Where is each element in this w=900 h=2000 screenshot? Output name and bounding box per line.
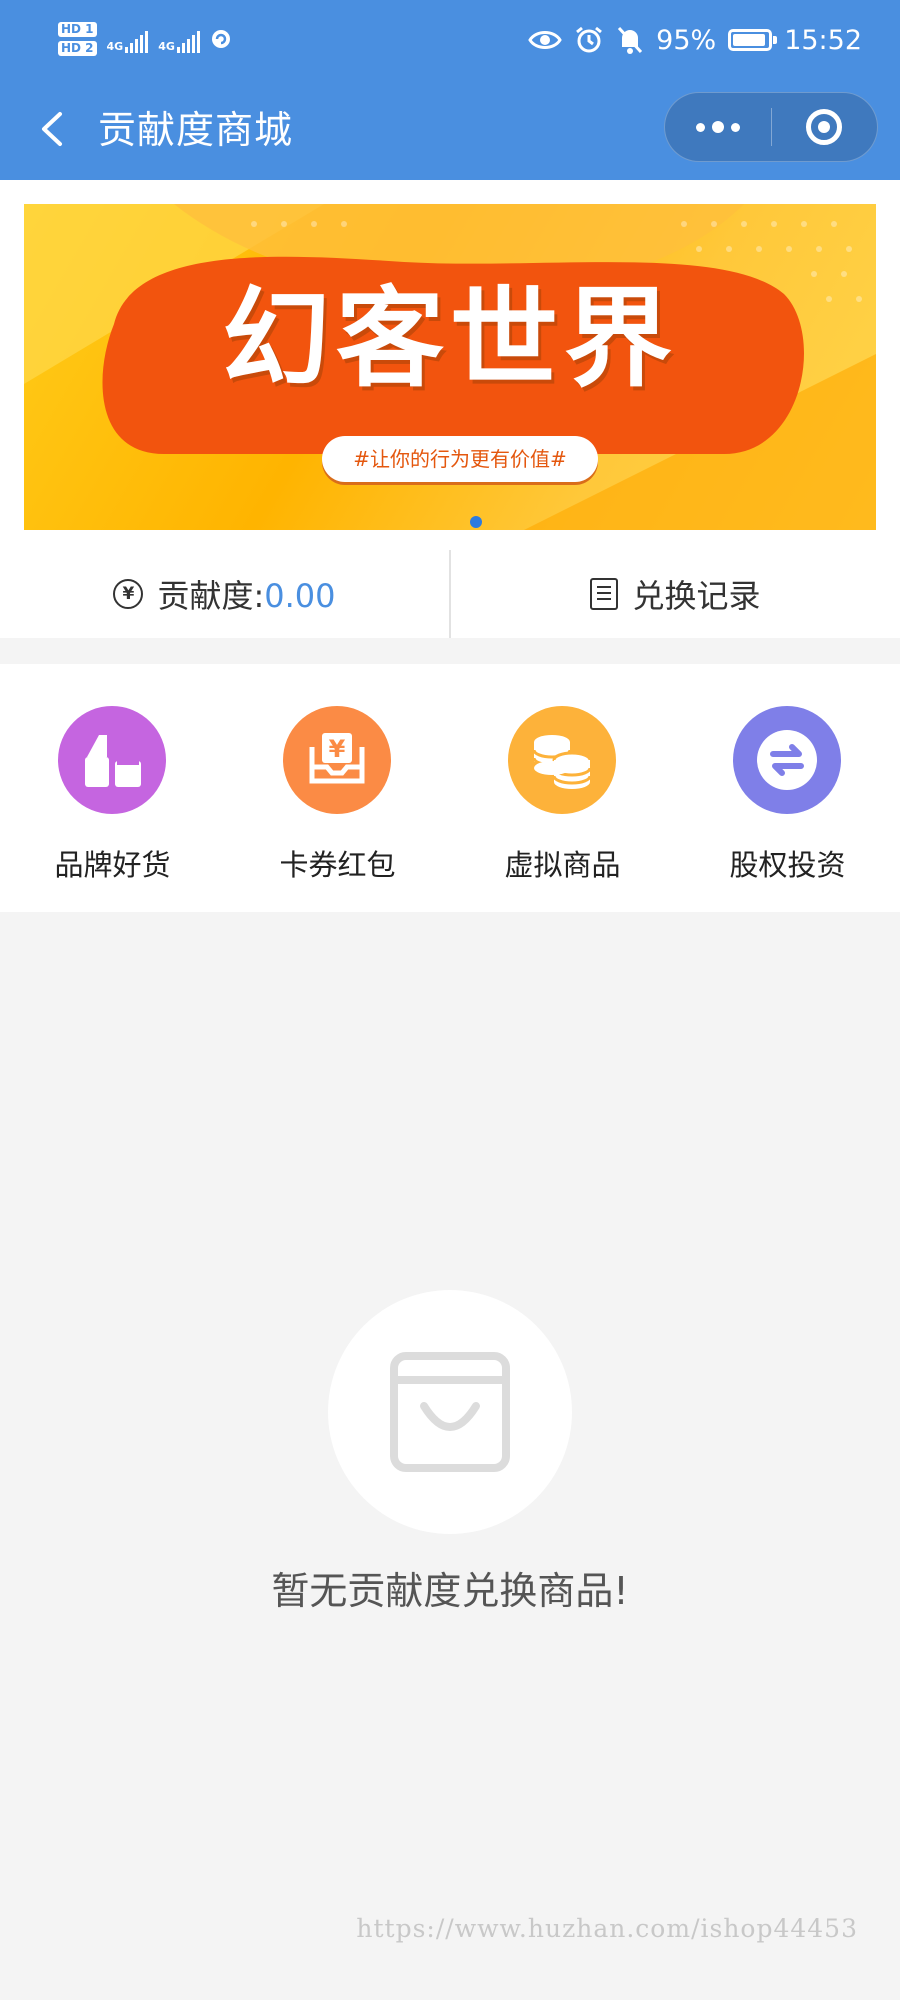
category-icon-circle: ¥ (283, 706, 391, 814)
more-menu-button[interactable] (665, 92, 771, 162)
banner-tagline: #让你的行为更有价值# (322, 436, 598, 482)
sync-icon (211, 30, 230, 48)
contribution-label-group: 贡献度:0.00 (157, 571, 335, 617)
coins-icon (532, 735, 592, 789)
empty-state-illustration (328, 1290, 572, 1534)
contribution-label: 贡献度: (157, 577, 265, 615)
lipstick-icon (85, 735, 141, 787)
category-equity-investment[interactable]: 股权投资 (675, 664, 900, 912)
battery-percent: 95% (656, 24, 717, 56)
target-icon (806, 109, 843, 145)
hd2-badge: HD 2 (58, 41, 97, 56)
category-label: 卡券红包 (279, 848, 396, 882)
signal-icon-1: 4G (107, 25, 149, 53)
contribution-value: 0.00 (264, 577, 336, 615)
nav-bar: 贡献度商城 (0, 80, 900, 180)
signal-icon-2: 4G (158, 25, 200, 53)
yen-icon: ¥ (113, 579, 144, 609)
stats-row: ¥ 贡献度:0.00 兑换记录 (0, 550, 900, 638)
network-type-2: 4G (158, 40, 175, 53)
watermark: https://www.huzhan.com/ishop44453 (356, 1914, 858, 1943)
hd-badges: HD 1 HD 2 (58, 22, 97, 56)
svg-text:¥: ¥ (329, 735, 346, 763)
more-icon (695, 121, 740, 133)
exchange-records-label: 兑换记录 (632, 577, 761, 615)
status-bar: HD 1 HD 2 4G 4G 95% 15:52 (0, 0, 900, 80)
contribution-balance: ¥ 贡献度:0.00 (0, 550, 449, 638)
category-label: 虚拟商品 (504, 848, 621, 882)
page-title: 贡献度商城 (98, 108, 294, 152)
coupon-icon: ¥ (309, 733, 365, 784)
category-grid: 品牌好货 ¥ 卡券红包 虚拟商品 股权投资 (0, 664, 900, 912)
category-label: 股权投资 (729, 848, 846, 882)
banner-title: 幻客世界 (221, 277, 678, 402)
close-miniprogram-button[interactable] (772, 92, 878, 162)
carousel-indicator-dot[interactable] (470, 516, 482, 528)
empty-state-message: 暂无贡献度兑换商品! (271, 1569, 629, 1613)
shopping-bag-icon (390, 1352, 510, 1472)
exchange-records-button[interactable]: 兑换记录 (451, 550, 900, 638)
mute-bell-icon (618, 26, 643, 54)
battery-icon (728, 29, 778, 51)
category-icon-circle (508, 706, 616, 814)
category-icon-circle (733, 706, 841, 814)
category-virtual-goods[interactable]: 虚拟商品 (450, 664, 675, 912)
miniprogram-capsule (664, 92, 878, 162)
back-icon[interactable] (28, 104, 78, 154)
document-list-icon (590, 578, 619, 610)
alarm-icon (576, 26, 603, 53)
network-type-1: 4G (106, 40, 124, 53)
app-header: HD 1 HD 2 4G 4G 95% 15:52 贡献度商城 (0, 0, 900, 180)
category-brand-goods[interactable]: 品牌好货 (0, 664, 225, 912)
status-bar-system: 95% 15:52 (528, 18, 862, 62)
banner-section: 幻客世界 #让你的行为更有价值# (0, 180, 900, 550)
category-icon-circle (58, 706, 166, 814)
category-coupons[interactable]: ¥ 卡券红包 (225, 664, 450, 912)
status-bar-network: HD 1 HD 2 4G 4G (58, 14, 232, 64)
banner-carousel[interactable]: 幻客世界 #让你的行为更有价值# (24, 204, 876, 530)
eye-icon (528, 31, 562, 49)
category-label: 品牌好货 (54, 848, 171, 882)
clock: 15:52 (784, 24, 862, 56)
hd1-badge: HD 1 (58, 22, 97, 37)
exchange-icon (757, 730, 817, 790)
